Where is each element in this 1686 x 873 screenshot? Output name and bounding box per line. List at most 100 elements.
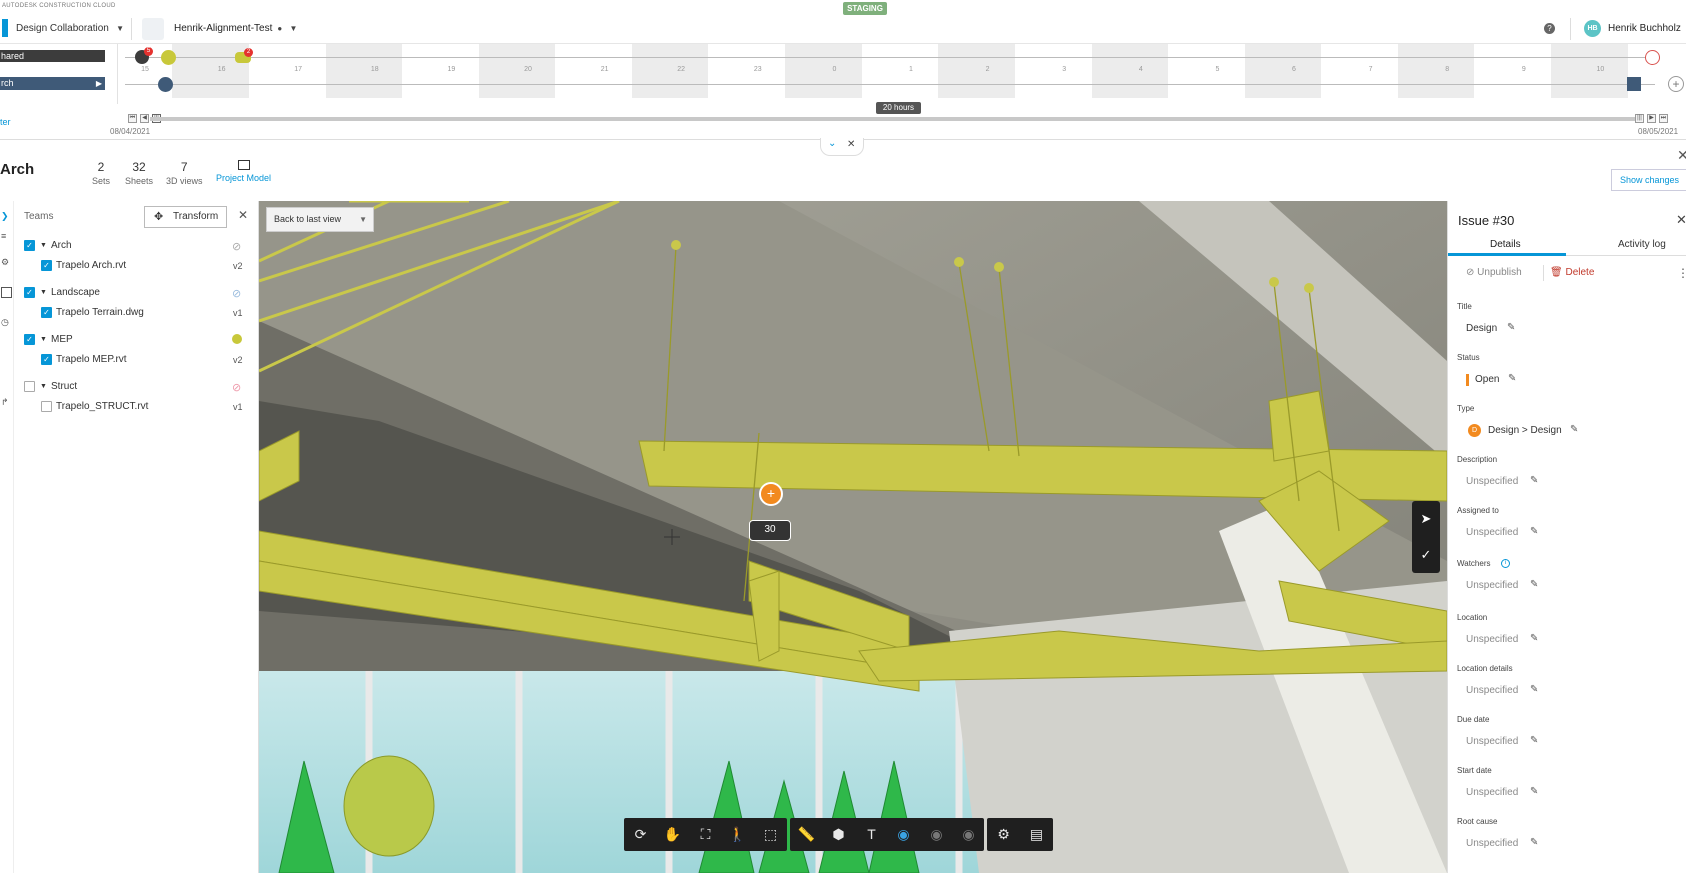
text-icon[interactable]: T bbox=[855, 818, 888, 851]
unpublish-button[interactable]: ⊘ Unpublish bbox=[1466, 267, 1522, 278]
edit-icon[interactable]: ✎ bbox=[1530, 735, 1538, 746]
color-dot-icon[interactable] bbox=[232, 334, 242, 344]
location-details-value[interactable]: Unspecified bbox=[1466, 685, 1518, 696]
file-version[interactable]: v1 bbox=[233, 402, 243, 412]
edit-icon[interactable]: ✎ bbox=[1530, 475, 1538, 486]
due-value[interactable]: Unspecified bbox=[1466, 736, 1518, 747]
edit-icon[interactable]: ✎ bbox=[1507, 322, 1515, 333]
file-name[interactable]: Trapelo Arch.rvt bbox=[56, 260, 126, 271]
properties-icon[interactable]: ▤ bbox=[1020, 818, 1053, 851]
status-value[interactable]: Open bbox=[1475, 374, 1499, 385]
show-changes-button[interactable]: Show changes bbox=[1611, 169, 1686, 191]
help-icon[interactable]: ? bbox=[1544, 23, 1555, 34]
title-value[interactable]: Design bbox=[1466, 323, 1497, 334]
clock-icon[interactable]: ◷ bbox=[1, 317, 12, 328]
timeline-event-marker[interactable] bbox=[158, 77, 173, 92]
close-icon[interactable]: ✕ bbox=[238, 208, 248, 222]
share-icon[interactable]: ↱ bbox=[1, 397, 12, 408]
sheet-icon[interactable] bbox=[1, 287, 12, 298]
orbit-icon[interactable]: ⟳ bbox=[624, 818, 657, 851]
check-circle-icon[interactable]: ✓ bbox=[1412, 537, 1440, 573]
isolate-icon[interactable]: ◉ bbox=[952, 818, 985, 851]
team-checkbox[interactable]: ✓ bbox=[24, 240, 35, 251]
fit-view-icon[interactable]: ⛶ bbox=[689, 818, 722, 851]
team-name[interactable]: Struct bbox=[51, 381, 77, 392]
file-checkbox[interactable]: ✓ bbox=[41, 354, 52, 365]
filter-link[interactable]: ter bbox=[0, 117, 11, 127]
description-value[interactable]: Unspecified bbox=[1466, 476, 1518, 487]
skip-end-icon[interactable]: ⏭ bbox=[1659, 114, 1668, 123]
cursor-icon[interactable]: ➤ bbox=[1412, 501, 1440, 537]
edit-icon[interactable]: ✎ bbox=[1530, 837, 1538, 848]
assigned-value[interactable]: Unspecified bbox=[1466, 527, 1518, 538]
expand-icon[interactable]: ▼ bbox=[40, 242, 47, 249]
close-icon[interactable]: ✕ bbox=[1677, 147, 1686, 164]
visibility-icon[interactable]: ◉ bbox=[887, 818, 920, 851]
model-viewer[interactable]: Back to last view ▼ + 30 ➤ ✓ ⟳ ✋ ⛶ 🚶 ⬚ 📏… bbox=[259, 201, 1447, 873]
back-to-last-view-button[interactable]: Back to last view ▼ bbox=[266, 207, 374, 232]
location-value[interactable]: Unspecified bbox=[1466, 634, 1518, 645]
file-version[interactable]: v1 bbox=[233, 308, 243, 318]
edit-icon[interactable]: ✎ bbox=[1530, 579, 1538, 590]
scrub-handle[interactable]: ||| bbox=[1635, 114, 1644, 123]
file-version[interactable]: v2 bbox=[233, 261, 243, 271]
edit-icon[interactable]: ✎ bbox=[1570, 424, 1578, 435]
skip-start-icon[interactable]: ⏮ bbox=[128, 114, 137, 123]
file-name[interactable]: Trapelo_STRUCT.rvt bbox=[56, 401, 148, 412]
edit-icon[interactable]: ✎ bbox=[1508, 373, 1516, 384]
root-cause-value[interactable]: Unspecified bbox=[1466, 838, 1518, 849]
gear-icon[interactable]: ⚙ bbox=[987, 818, 1020, 851]
transform-button[interactable]: ✥ Transform bbox=[144, 206, 227, 228]
tab-details[interactable]: Details bbox=[1490, 239, 1521, 250]
step-forward-icon[interactable]: ▶ bbox=[1647, 114, 1656, 123]
more-icon[interactable]: ⋮ bbox=[1677, 266, 1686, 280]
timeline-event-marker[interactable] bbox=[161, 50, 176, 65]
close-icon[interactable]: ✕ bbox=[1676, 212, 1686, 228]
visibility-off-icon[interactable]: ⊘ bbox=[232, 287, 243, 300]
visibility-off-icon[interactable]: ⊘ bbox=[232, 381, 243, 394]
info-icon[interactable]: i bbox=[1501, 559, 1510, 568]
eye-icon[interactable]: ❯ bbox=[1, 211, 12, 222]
views-stat[interactable]: 7 3D views bbox=[166, 160, 203, 186]
avatar[interactable]: HB bbox=[1584, 20, 1601, 37]
sets-stat[interactable]: 2 Sets bbox=[92, 160, 110, 186]
section-box-icon[interactable]: ⬚ bbox=[754, 818, 787, 851]
expand-icon[interactable]: ▼ bbox=[40, 336, 47, 343]
timeline-end-marker[interactable] bbox=[1627, 77, 1641, 91]
user-name[interactable]: Henrik Buchholz bbox=[1608, 23, 1681, 34]
edit-icon[interactable]: ✎ bbox=[1530, 633, 1538, 644]
type-value[interactable]: Design > Design bbox=[1488, 425, 1562, 436]
team-checkbox[interactable] bbox=[24, 381, 35, 392]
file-version[interactable]: v2 bbox=[233, 355, 243, 365]
delete-button[interactable]: 🗑 Delete bbox=[1550, 267, 1594, 278]
expand-icon[interactable]: ▼ bbox=[40, 383, 47, 390]
project-switcher[interactable]: Henrik-Alignment-Test ● ▼ bbox=[174, 23, 297, 34]
expand-icon[interactable]: ▼ bbox=[40, 289, 47, 296]
file-name[interactable]: Trapelo MEP.rvt bbox=[56, 354, 127, 365]
first-person-icon[interactable]: 🚶 bbox=[721, 818, 754, 851]
edit-icon[interactable]: ✎ bbox=[1530, 684, 1538, 695]
timeline-scrubber[interactable] bbox=[150, 117, 1635, 121]
team-checkbox[interactable]: ✓ bbox=[24, 334, 35, 345]
file-checkbox[interactable] bbox=[41, 401, 52, 412]
step-back-icon[interactable]: ◀ bbox=[140, 114, 149, 123]
issue-pin[interactable]: + bbox=[759, 482, 783, 506]
project-model-button[interactable]: Project Model bbox=[216, 160, 271, 183]
product-switcher[interactable]: Design Collaboration ▼ bbox=[16, 23, 124, 34]
pan-icon[interactable]: ✋ bbox=[656, 818, 689, 851]
visibility-off-icon[interactable]: ⊘ bbox=[232, 240, 243, 253]
edit-icon[interactable]: ✎ bbox=[1530, 526, 1538, 537]
sheets-stat[interactable]: 32 Sheets bbox=[125, 160, 153, 186]
gear-icon[interactable]: ⚙ bbox=[1, 257, 12, 268]
file-checkbox[interactable]: ✓ bbox=[41, 260, 52, 271]
issue-number-tag[interactable]: 30 bbox=[749, 520, 791, 541]
team-checkbox[interactable]: ✓ bbox=[24, 287, 35, 298]
measure-icon[interactable]: 📏 bbox=[790, 818, 823, 851]
edit-icon[interactable]: ✎ bbox=[1530, 786, 1538, 797]
add-icon[interactable]: + bbox=[1668, 76, 1684, 92]
timeline-end-marker[interactable] bbox=[1645, 50, 1660, 65]
layers-icon[interactable]: ≡ bbox=[1, 231, 12, 242]
team-name[interactable]: MEP bbox=[51, 334, 73, 345]
team-name[interactable]: Arch bbox=[51, 240, 72, 251]
start-value[interactable]: Unspecified bbox=[1466, 787, 1518, 798]
